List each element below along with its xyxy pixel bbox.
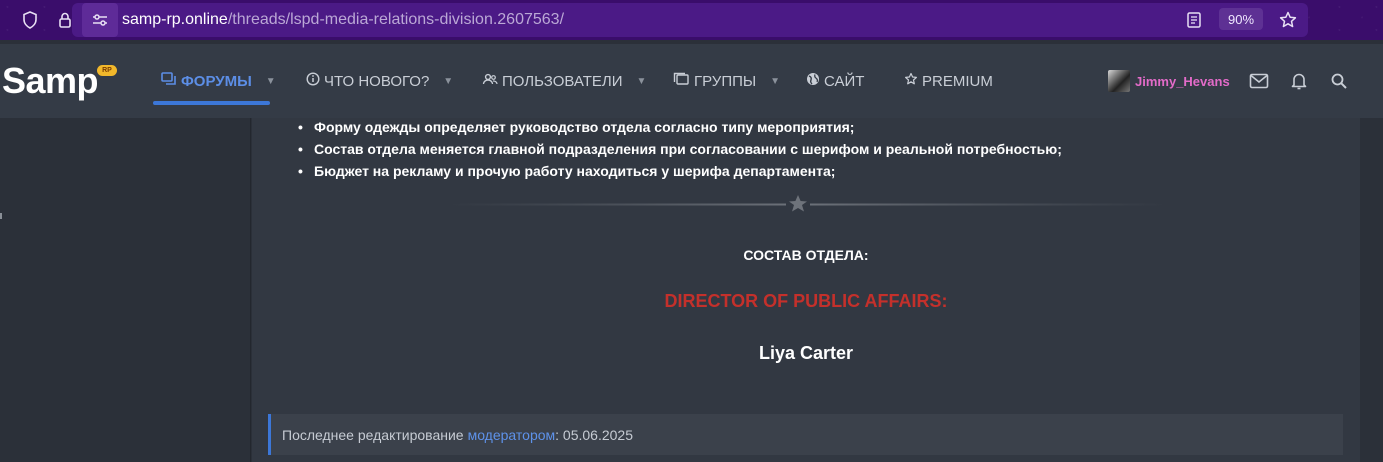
person-name: Liya Carter	[758, 343, 854, 363]
star-ornament-icon	[789, 195, 807, 212]
groups-icon	[673, 72, 690, 90]
logo-badge: RP	[97, 65, 117, 76]
nav-groups-label: ГРУППЫ	[694, 72, 757, 90]
nav-groups[interactable]: ГРУППЫ ▼	[673, 44, 780, 118]
avatar[interactable]	[1108, 70, 1130, 92]
edited-prefix: Последнее редактирование	[282, 426, 464, 443]
chevron-down-icon[interactable]: ▼	[770, 76, 780, 87]
zoom-indicator[interactable]: 90%	[1219, 8, 1263, 30]
reader-mode-icon[interactable]	[1181, 7, 1207, 33]
users-icon	[482, 72, 498, 90]
scroll-marker	[0, 213, 2, 219]
chevron-down-icon[interactable]: ▼	[443, 76, 453, 87]
info-icon	[306, 72, 320, 90]
nav-whats-new-label: ЧТО НОВОГО?	[324, 72, 430, 90]
search-icon[interactable]	[1328, 70, 1350, 92]
chevron-down-icon[interactable]: ▼	[637, 76, 647, 87]
site-logo[interactable]: Samp	[2, 60, 99, 102]
url-text[interactable]: samp-rp.online/threads/lspd-media-relati…	[122, 11, 564, 29]
nav-forums-label: ФОРУМЫ	[181, 72, 252, 90]
nav-users-label: ПОЛЬЗОВАТЕЛИ	[502, 72, 623, 90]
globe-icon	[806, 72, 820, 90]
nav-site[interactable]: САЙТ	[806, 44, 864, 118]
browser-toolbar: samp-rp.online/threads/lspd-media-relati…	[0, 0, 1383, 40]
nav-site-label: САЙТ	[824, 72, 865, 90]
moderator-link[interactable]: модератором	[468, 427, 556, 443]
active-nav-indicator	[153, 101, 270, 105]
site-header: Samp RP ФОРУМЫ ▼ ЧТО НОВОГО? ▼ ПОЛЬЗОВАТ…	[0, 44, 1383, 118]
url-host: samp-rp.online	[122, 11, 228, 28]
list-item: Форму одежды определяет руководство отде…	[298, 116, 1062, 138]
edited-date: : 05.06.2025	[555, 426, 633, 443]
nav-users[interactable]: ПОЛЬЗОВАТЕЛИ ▼	[482, 44, 646, 118]
username[interactable]: Jimmy_Hevans	[1135, 74, 1230, 89]
ornamental-divider	[448, 193, 1168, 217]
role-title: DIRECTOR OF PUBLIC AFFAIRS:	[664, 291, 948, 311]
mail-icon[interactable]	[1248, 70, 1270, 92]
forums-icon	[161, 72, 177, 90]
left-sidebar	[0, 118, 251, 462]
shield-icon[interactable]	[17, 7, 43, 33]
list-item: Состав отдела меняется главной подраздел…	[298, 138, 1062, 160]
star-icon	[904, 72, 918, 90]
url-path: /threads/lspd-media-relations-division.2…	[227, 11, 565, 28]
list-item: Бюджет на рекламу и прочую работу находи…	[298, 160, 1062, 182]
nav-premium[interactable]: PREMIUM	[904, 44, 993, 118]
user-menu[interactable]: Jimmy_Hevans	[1108, 70, 1230, 92]
rules-list: Форму одежды определяет руководство отде…	[298, 116, 1062, 182]
nav-forums[interactable]: ФОРУМЫ ▼	[161, 44, 276, 118]
site-settings-icon[interactable]	[82, 3, 118, 37]
last-edited-notice: Последнее редактирование модератором : 0…	[268, 414, 1343, 455]
bookmark-star-icon[interactable]	[1275, 7, 1301, 33]
section-title: СОСТАВ ОТДЕЛА:	[743, 247, 869, 263]
nav-whats-new[interactable]: ЧТО НОВОГО? ▼	[306, 44, 453, 118]
chevron-down-icon[interactable]: ▼	[266, 76, 276, 87]
nav-premium-label: PREMIUM	[922, 72, 993, 90]
bell-icon[interactable]	[1288, 70, 1310, 92]
